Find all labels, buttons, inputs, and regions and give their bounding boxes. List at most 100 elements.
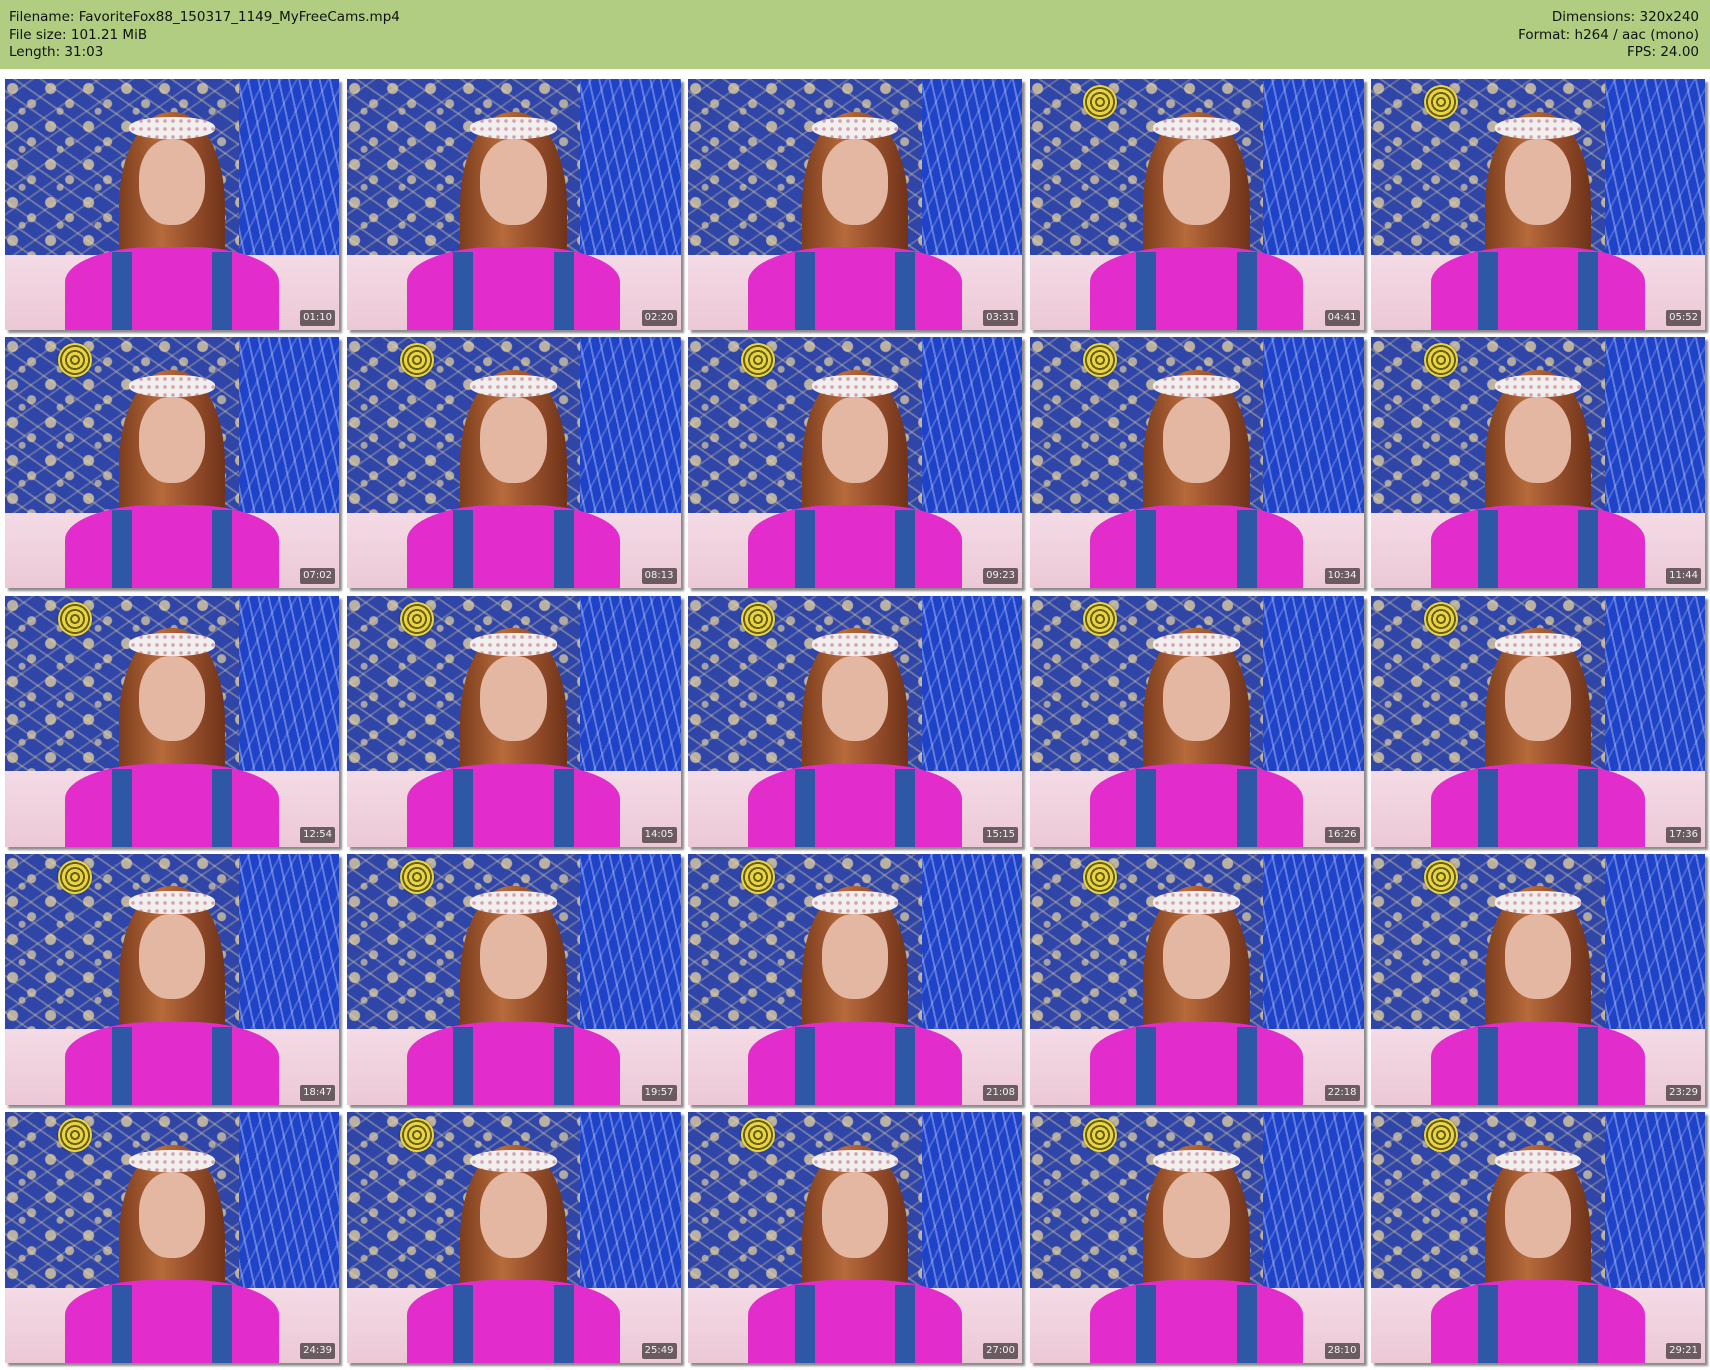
video-thumbnail[interactable]: 09:23 bbox=[688, 337, 1022, 589]
wall-emblem-icon bbox=[58, 859, 92, 894]
overall-strap-left bbox=[1477, 510, 1498, 589]
video-thumbnail[interactable]: 14:05 bbox=[346, 595, 681, 847]
pink-shirt bbox=[65, 1280, 279, 1363]
person-face bbox=[821, 397, 889, 483]
overall-strap-left bbox=[1477, 768, 1498, 847]
video-thumbnail[interactable]: 17:36 bbox=[1371, 595, 1705, 847]
video-thumbnail[interactable]: 07:02 bbox=[5, 337, 339, 589]
wall-emblem-icon bbox=[741, 1118, 775, 1152]
overall-strap-left bbox=[453, 1026, 474, 1105]
person-face bbox=[1504, 1172, 1572, 1258]
pink-shirt bbox=[65, 247, 279, 330]
overall-strap-right bbox=[553, 252, 574, 330]
video-thumbnail[interactable]: 08:13 bbox=[346, 337, 681, 589]
video-thumbnail[interactable]: 18:47 bbox=[5, 853, 339, 1105]
overall-strap-right bbox=[553, 768, 574, 847]
overall-strap-right bbox=[895, 1285, 916, 1363]
thumbnail-timestamp: 05:52 bbox=[1666, 310, 1701, 326]
thumbnail-timestamp: 28:10 bbox=[1324, 1343, 1360, 1359]
person-face bbox=[138, 913, 206, 1000]
wall-emblem-icon bbox=[1082, 343, 1117, 378]
overall-strap-right bbox=[895, 252, 916, 330]
person-face bbox=[138, 139, 206, 225]
headband bbox=[811, 891, 899, 914]
video-thumbnail[interactable]: 02:20 bbox=[346, 79, 681, 330]
video-thumbnail[interactable]: 05:52 bbox=[1371, 79, 1705, 330]
headband bbox=[811, 116, 899, 140]
thumbnail-timestamp: 21:08 bbox=[983, 1084, 1018, 1101]
video-thumbnail[interactable]: 03:31 bbox=[688, 79, 1022, 330]
file-info-right: Dimensions: 320x240 Format: h264 / aac (… bbox=[1518, 9, 1699, 62]
wall-emblem-icon bbox=[1424, 859, 1458, 894]
wall-emblem-icon bbox=[1082, 601, 1117, 636]
person-face bbox=[1163, 139, 1230, 225]
thumbnail-timestamp: 08:13 bbox=[641, 568, 677, 585]
headband bbox=[811, 374, 899, 398]
wall-emblem-icon bbox=[1424, 85, 1458, 119]
overall-strap-right bbox=[1236, 1285, 1257, 1363]
headband bbox=[128, 891, 216, 914]
thumbnail-timestamp: 10:34 bbox=[1324, 568, 1360, 585]
person-face bbox=[821, 1172, 889, 1258]
overall-strap-right bbox=[1236, 768, 1257, 847]
video-thumbnail[interactable]: 25:49 bbox=[346, 1112, 681, 1363]
wall-emblem-icon bbox=[741, 601, 775, 636]
pink-shirt bbox=[1089, 1021, 1304, 1105]
wall-emblem-icon bbox=[399, 1118, 434, 1152]
thumbnail-timestamp: 11:44 bbox=[1666, 568, 1701, 585]
headband bbox=[811, 633, 899, 656]
wall-emblem-icon bbox=[1082, 859, 1117, 894]
pink-shirt bbox=[1089, 247, 1304, 330]
overall-strap-left bbox=[1136, 252, 1157, 330]
headband bbox=[470, 633, 557, 656]
wall-emblem-icon bbox=[1424, 343, 1458, 378]
thumbnail-timestamp: 16:26 bbox=[1324, 826, 1360, 843]
overall-strap-right bbox=[212, 510, 233, 589]
video-thumbnail[interactable]: 16:26 bbox=[1029, 595, 1364, 847]
video-thumbnail[interactable]: 15:15 bbox=[688, 595, 1022, 847]
person-face bbox=[138, 1172, 206, 1258]
headband bbox=[470, 891, 557, 914]
overall-strap-left bbox=[1136, 768, 1157, 847]
video-thumbnail[interactable]: 21:08 bbox=[688, 853, 1022, 1105]
video-thumbnail[interactable]: 11:44 bbox=[1371, 337, 1705, 589]
video-thumbnail[interactable]: 22:18 bbox=[1029, 853, 1364, 1105]
pink-shirt bbox=[1431, 1021, 1645, 1105]
headband bbox=[1494, 116, 1582, 140]
fps-text: FPS: 24.00 bbox=[1627, 44, 1699, 60]
info-header: Filename: FavoriteFox88_150317_1149_MyFr… bbox=[0, 0, 1710, 69]
overall-strap-left bbox=[1136, 510, 1157, 589]
video-thumbnail[interactable]: 10:34 bbox=[1029, 337, 1364, 589]
video-thumbnail[interactable]: 04:41 bbox=[1029, 79, 1364, 330]
overall-strap-right bbox=[895, 1026, 916, 1105]
headband bbox=[470, 116, 557, 140]
headband bbox=[1494, 374, 1582, 398]
thumbnail-timestamp: 17:36 bbox=[1666, 826, 1701, 843]
thumbnail-timestamp: 19:57 bbox=[641, 1084, 677, 1101]
video-thumbnail[interactable]: 01:10 bbox=[5, 79, 339, 330]
overall-strap-left bbox=[111, 1285, 132, 1363]
thumbnail-timestamp: 12:54 bbox=[300, 826, 335, 843]
headband bbox=[470, 1149, 557, 1173]
overall-strap-right bbox=[1578, 1285, 1599, 1363]
wall-emblem-icon bbox=[58, 343, 92, 378]
length-text: Length: 31:03 bbox=[9, 44, 104, 60]
person-face bbox=[1504, 655, 1572, 742]
video-thumbnail[interactable]: 23:29 bbox=[1371, 853, 1705, 1105]
overall-strap-right bbox=[895, 768, 916, 847]
video-thumbnail[interactable]: 28:10 bbox=[1029, 1112, 1364, 1363]
overall-strap-left bbox=[453, 1285, 474, 1363]
overall-strap-right bbox=[1578, 1026, 1599, 1105]
filename-text: Filename: FavoriteFox88_150317_1149_MyFr… bbox=[9, 9, 400, 25]
pink-shirt bbox=[1431, 505, 1645, 589]
wall-emblem-icon bbox=[399, 343, 434, 378]
thumbnail-timestamp: 07:02 bbox=[300, 568, 335, 585]
overall-strap-right bbox=[212, 768, 233, 847]
video-thumbnail[interactable]: 29:21 bbox=[1371, 1112, 1705, 1363]
video-thumbnail[interactable]: 27:00 bbox=[688, 1112, 1022, 1363]
video-thumbnail[interactable]: 12:54 bbox=[5, 595, 339, 847]
overall-strap-right bbox=[1236, 1026, 1257, 1105]
thumbnail-timestamp: 15:15 bbox=[983, 826, 1018, 843]
video-thumbnail[interactable]: 24:39 bbox=[5, 1112, 339, 1363]
video-thumbnail[interactable]: 19:57 bbox=[346, 853, 681, 1105]
